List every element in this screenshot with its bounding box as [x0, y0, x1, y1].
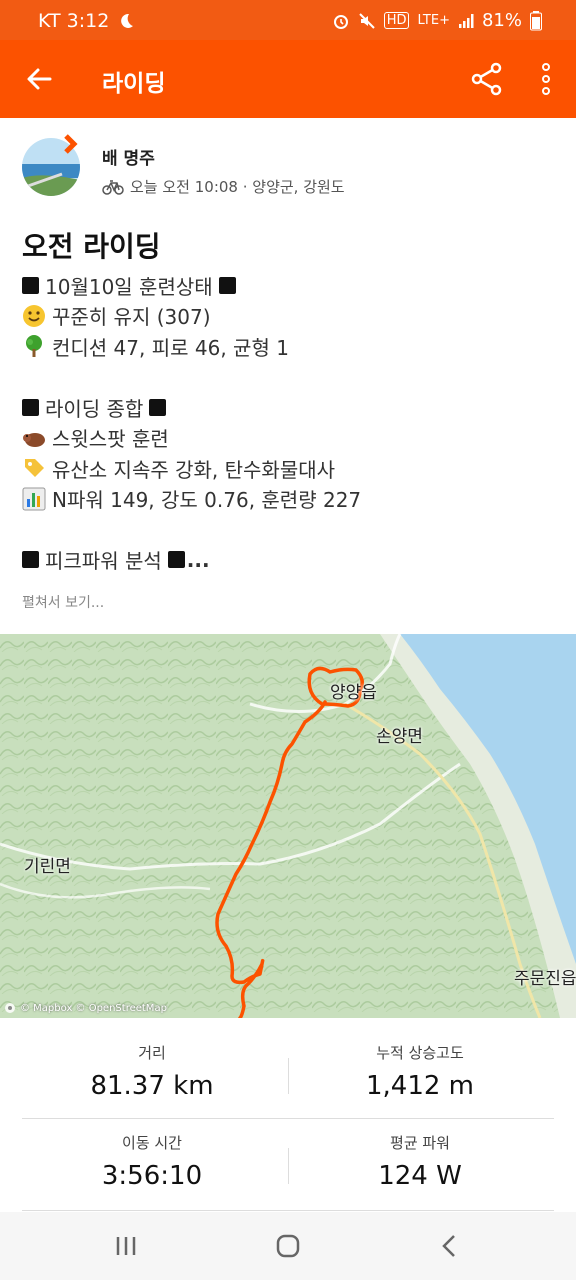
stats-panel: 거리 81.37 km 누적 상승고도 1,412 m 이동 시간 3:56:1… — [0, 1018, 576, 1212]
tree-emoji-icon — [26, 335, 42, 358]
status-left: KT 3:12 — [38, 10, 135, 32]
carrier-time: KT 3:12 — [38, 10, 110, 32]
network-type: LTE+ — [417, 13, 450, 28]
athlete-name[interactable]: 배 명주 — [102, 144, 155, 169]
smile-emoji-icon — [23, 304, 45, 327]
battery-icon — [530, 10, 542, 30]
desc-line: 유산소 지속주 강화, 탄수화물대사 — [22, 453, 562, 484]
black-square-icon — [149, 398, 167, 416]
boar-emoji-icon — [22, 432, 45, 447]
map-label-yangyang: 양양읍 — [330, 683, 377, 703]
status-right: HD LTE+ 81% — [332, 10, 542, 31]
activity-meta-text: 오늘 오전 10:08 · 양양군, 강원도 — [130, 178, 345, 196]
desc-line: 꾸준히 유지 (307) — [22, 301, 562, 332]
stat-value: 124 W — [378, 1161, 462, 1191]
desc-text: N파워 149, 강도 0.76, 훈련량 227 — [52, 488, 362, 513]
stat-label: 이동 시간 — [122, 1134, 182, 1152]
activity-title: 오전 라이딩 — [22, 230, 161, 263]
black-square-icon — [218, 276, 236, 294]
battery-percent: 81% — [481, 10, 522, 31]
desc-text: 10월10일 훈련상태 — [45, 274, 213, 299]
desc-line: N파워 149, 강도 0.76, 훈련량 227 — [22, 484, 562, 515]
map-label-sonyang: 손양면 — [376, 727, 423, 747]
desc-text: 라이딩 종합 — [45, 396, 144, 421]
map-label-girin: 기린면 — [24, 857, 71, 877]
desc-line: 피크파워 분석 ... — [22, 545, 562, 576]
desc-suffix: ... — [186, 547, 210, 572]
moon-icon — [121, 13, 134, 28]
back-arrow-icon[interactable] — [24, 64, 54, 94]
see-more-link[interactable]: 펼쳐서 보기... — [22, 592, 104, 612]
stat-value: 1,412 m — [365, 1071, 475, 1101]
mapbox-logo-icon — [5, 1003, 15, 1013]
home-icon[interactable] — [272, 1230, 304, 1262]
stat-moving-time: 이동 시간 3:56:10 — [22, 1132, 282, 1191]
divider — [22, 1210, 554, 1211]
desc-text: 컨디션 47, 피로 46, 균형 1 — [52, 335, 289, 360]
black-square-icon — [22, 398, 39, 416]
stat-value: 3:56:10 — [101, 1161, 203, 1191]
desc-blank-line — [22, 514, 562, 545]
tag-emoji-icon — [25, 459, 44, 478]
desc-text: 유산소 지속주 강화, 탄수화물대사 — [52, 457, 336, 482]
attribution-text: © Mapbox © OpenStreetMap — [20, 1002, 167, 1014]
stat-value: 81.37 km — [90, 1071, 214, 1101]
share-icon[interactable] — [470, 62, 504, 96]
activity-meta: 오늘 오전 10:08 · 양양군, 강원도 — [102, 176, 345, 197]
desc-text: 피크파워 분석 — [45, 549, 162, 574]
strava-badge-icon — [64, 134, 78, 154]
desc-line: 라이딩 종합 — [22, 392, 562, 423]
stat-distance: 거리 81.37 km — [22, 1042, 282, 1101]
map-attribution[interactable]: © Mapbox © OpenStreetMap — [4, 1002, 167, 1014]
desc-line: 스윗스팟 훈련 — [22, 423, 562, 454]
app-bar: 라이딩 — [0, 40, 576, 118]
black-square-icon — [167, 551, 185, 569]
desc-line: 10월10일 훈련상태 — [22, 270, 562, 301]
divider — [288, 1058, 289, 1094]
more-vertical-icon[interactable] — [536, 62, 556, 96]
activity-description: 10월10일 훈련상태 꾸준히 유지 (307) 컨디션 47, 피로 46, … — [22, 270, 562, 575]
signal-icon — [458, 13, 474, 28]
status-bar: KT 3:12 HD LTE+ 81% — [0, 0, 576, 40]
mute-icon — [358, 12, 375, 29]
back-icon[interactable] — [434, 1230, 466, 1262]
system-nav-bar — [0, 1212, 576, 1280]
recent-apps-icon[interactable] — [110, 1230, 142, 1262]
desc-text: 스윗스팟 훈련 — [52, 427, 169, 452]
alarm-icon — [333, 14, 348, 29]
stat-label: 거리 — [138, 1044, 166, 1062]
route-map[interactable]: 양양읍 손양면 기린면 주문진읍 © Mapbox © OpenStreetMa… — [0, 634, 576, 1018]
divider — [22, 1118, 554, 1119]
desc-blank-line — [22, 362, 562, 393]
page-title: 라이딩 — [102, 71, 166, 97]
map-canvas — [0, 634, 576, 1018]
desc-text: 꾸준히 유지 (307) — [52, 305, 211, 330]
bicycle-icon — [102, 179, 124, 195]
stat-average-power: 평균 파워 124 W — [290, 1132, 550, 1191]
stat-elevation-gain: 누적 상승고도 1,412 m — [290, 1042, 550, 1101]
black-square-icon — [22, 276, 39, 294]
hd-icon: HD — [383, 12, 410, 29]
stat-label: 누적 상승고도 — [376, 1044, 464, 1062]
chart-emoji-icon — [22, 487, 46, 511]
desc-line: 컨디션 47, 피로 46, 균형 1 — [22, 331, 562, 362]
black-square-icon — [22, 551, 39, 569]
stat-label: 평균 파워 — [390, 1134, 450, 1152]
divider — [288, 1148, 289, 1184]
map-label-jumunjin: 주문진읍 — [514, 969, 576, 989]
